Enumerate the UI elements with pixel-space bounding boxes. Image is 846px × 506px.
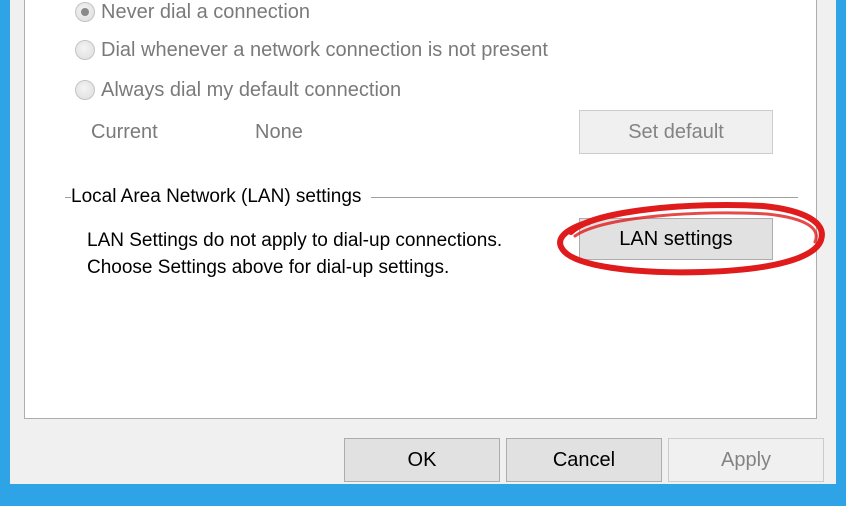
radio-dial-when-no-network[interactable]: Dial whenever a network connection is no… bbox=[75, 36, 548, 64]
cancel-button[interactable]: Cancel bbox=[506, 438, 662, 482]
radio-unselected-icon[interactable] bbox=[75, 40, 95, 60]
lan-description-line1: LAN Settings do not apply to dial-up con… bbox=[87, 230, 503, 251]
radio-dial-when-no-network-label: Dial whenever a network connection is no… bbox=[101, 38, 548, 61]
lan-description-line2: Choose Settings above for dial-up settin… bbox=[87, 257, 450, 278]
lan-group-title: Local Area Network (LAN) settings bbox=[71, 185, 372, 209]
radio-always-dial[interactable]: Always dial my default connection bbox=[75, 76, 401, 104]
radio-unselected-icon[interactable] bbox=[75, 80, 95, 100]
apply-button[interactable]: Apply bbox=[668, 438, 824, 482]
radio-always-dial-label: Always dial my default connection bbox=[101, 78, 402, 101]
radio-selected-icon[interactable] bbox=[75, 2, 95, 22]
radio-never-dial[interactable]: Never dial a connection bbox=[75, 0, 310, 26]
connections-tab-panel: Never dial a connection Dial whenever a … bbox=[24, 0, 825, 419]
set-default-button[interactable]: Set default bbox=[579, 110, 773, 154]
lan-description: LAN Settings do not apply to dial-up con… bbox=[87, 227, 502, 281]
internet-properties-window: Never dial a connection Dial whenever a … bbox=[10, 0, 836, 484]
radio-never-dial-label: Never dial a connection bbox=[101, 0, 311, 23]
lan-settings-button[interactable]: LAN settings bbox=[579, 218, 773, 260]
ok-button[interactable]: OK bbox=[344, 438, 500, 482]
current-value: None bbox=[255, 121, 303, 143]
current-label: Current bbox=[91, 121, 158, 143]
